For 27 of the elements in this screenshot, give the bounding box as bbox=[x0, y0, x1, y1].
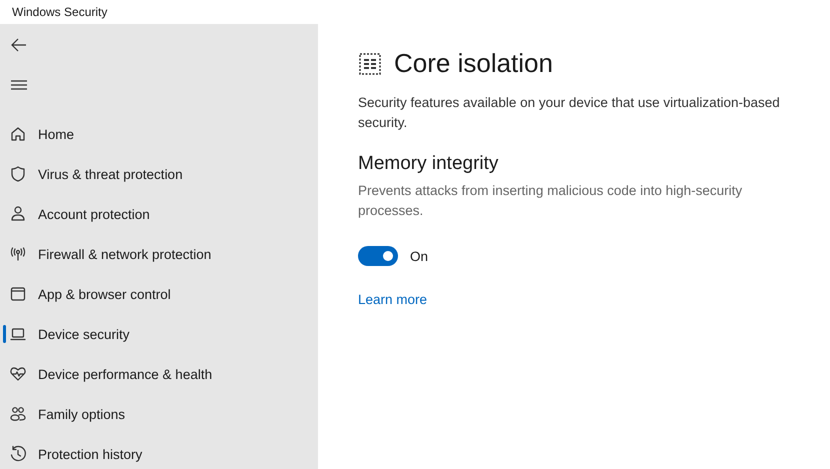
person-icon bbox=[9, 205, 27, 223]
chip-icon bbox=[358, 52, 382, 76]
heart-pulse-icon bbox=[9, 365, 27, 383]
sidebar-item[interactable]: Virus & threat protection bbox=[0, 154, 318, 194]
back-arrow-icon bbox=[10, 36, 28, 54]
home-icon bbox=[9, 125, 27, 143]
sidebar-item[interactable]: Family options bbox=[0, 394, 318, 434]
history-icon bbox=[9, 445, 27, 463]
sidebar-item[interactable]: Device security bbox=[0, 314, 318, 354]
learn-more-link[interactable]: Learn more bbox=[358, 292, 428, 307]
people-icon bbox=[9, 405, 27, 423]
sidebar-item[interactable]: Account protection bbox=[0, 194, 318, 234]
section-title: Memory integrity bbox=[358, 153, 500, 175]
antenna-icon bbox=[9, 245, 27, 263]
page-title: Core isolation bbox=[394, 48, 553, 79]
section-description: Prevents attacks from inserting malicious code into high-security processes. bbox=[358, 182, 744, 220]
window-title: Windows Security bbox=[12, 5, 108, 19]
sidebar-item[interactable]: App & browser control bbox=[0, 274, 318, 314]
page-description: Security features available on your device that use virtualization-based security. bbox=[358, 94, 781, 132]
sidebar-item[interactable]: Home bbox=[0, 114, 318, 154]
sidebar-item[interactable]: Protection history bbox=[0, 434, 318, 469]
shield-icon bbox=[9, 165, 27, 183]
window-icon bbox=[9, 285, 27, 303]
sidebar-item[interactable]: Device performance & health bbox=[0, 354, 318, 394]
toggle-switch[interactable] bbox=[358, 246, 398, 266]
sidebar-item[interactable]: Firewall & network protection bbox=[0, 234, 318, 274]
toggle-label: On bbox=[410, 248, 428, 264]
